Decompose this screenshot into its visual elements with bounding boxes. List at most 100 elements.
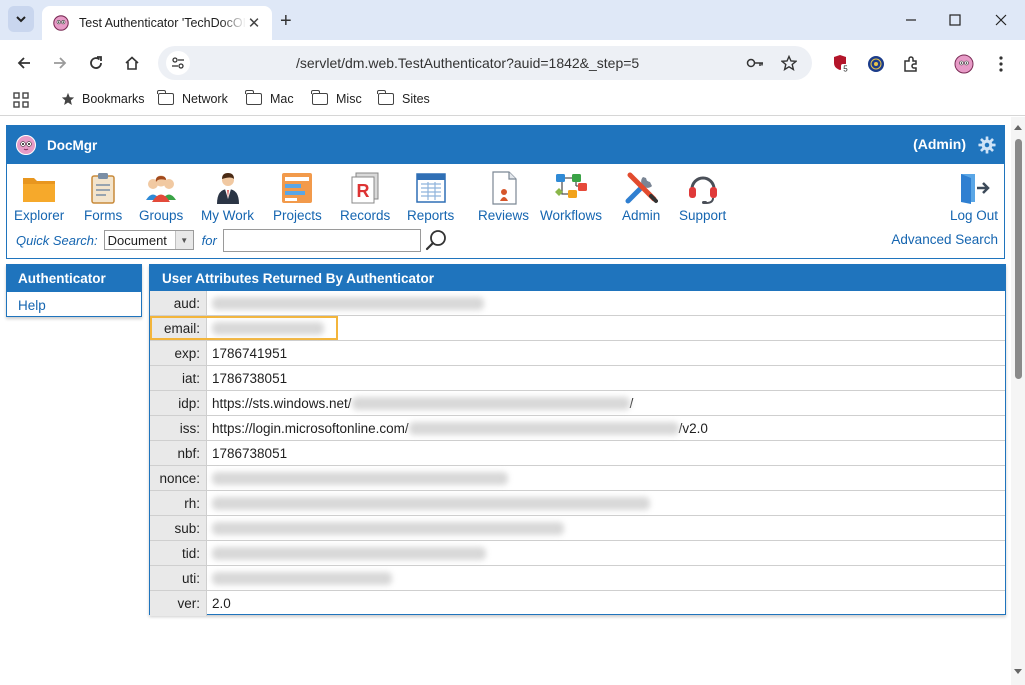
attr-key: sub: (150, 516, 207, 540)
attr-key: rh: (150, 491, 207, 515)
bookmark-bookmarks[interactable]: Bookmarks (61, 92, 145, 106)
bookmark-label: Misc (336, 92, 362, 106)
password-key-icon[interactable] (746, 54, 764, 72)
bookmark-star-icon[interactable] (780, 54, 798, 72)
profile-avatar[interactable] (954, 54, 974, 74)
nav-label: Reviews (478, 208, 530, 223)
nav-records[interactable]: R Records (340, 170, 390, 223)
nav-projects[interactable]: Projects (273, 170, 322, 223)
back-icon[interactable] (11, 50, 37, 76)
folder-icon (157, 90, 174, 105)
address-bar[interactable]: /servlet/dm.web.TestAuthenticator?auid=1… (158, 46, 812, 80)
scroll-up-icon[interactable] (1014, 125, 1022, 130)
bookmark-network[interactable]: Network (157, 90, 228, 106)
nav-my-work[interactable]: My Work (201, 170, 254, 223)
new-tab-icon[interactable]: + (280, 10, 292, 33)
tools-icon (625, 172, 659, 204)
nav-label: Explorer (14, 208, 65, 223)
url-text: /servlet/dm.web.TestAuthenticator?auid=1… (296, 55, 640, 71)
home-icon[interactable] (119, 50, 145, 76)
nav-label: Admin (622, 208, 661, 223)
bookmark-label: Mac (270, 92, 294, 106)
app-name: DocMgr (47, 137, 98, 153)
folder-icon (377, 90, 394, 105)
workflow-icon (555, 174, 587, 198)
user-role-label[interactable]: (Admin) (913, 136, 966, 152)
quick-search-input[interactable] (222, 228, 421, 252)
redacted-value (212, 546, 486, 560)
redacted-value (408, 421, 679, 435)
browser-menu-icon[interactable] (991, 54, 1011, 74)
advanced-search-link[interactable]: Advanced Search (891, 232, 998, 247)
nav-admin[interactable]: Admin (622, 170, 660, 223)
attr-row-nonce: nonce: (150, 466, 1005, 491)
bookmark-sites[interactable]: Sites (377, 90, 430, 106)
attr-value: 1786738051 (212, 371, 288, 386)
nav-workflows[interactable]: Workflows (540, 170, 602, 223)
app-nav: Explorer Forms Groups My Work Projects R… (7, 170, 1006, 228)
authenticator-panel: Authenticator Help (6, 264, 142, 317)
bookmark-mac[interactable]: Mac (245, 90, 294, 106)
attr-key: nonce: (150, 466, 207, 490)
nav-explorer[interactable]: Explorer (14, 170, 64, 223)
nav-label: Support (679, 208, 727, 223)
logout-button[interactable]: Log Out (950, 170, 998, 223)
report-icon (415, 173, 446, 203)
bookmark-misc[interactable]: Misc (311, 90, 362, 106)
reload-icon[interactable] (83, 50, 109, 76)
attr-value: 1786741951 (212, 346, 288, 361)
attr-key: ver: (150, 591, 207, 616)
forward-icon[interactable] (47, 50, 73, 76)
quick-search-type-select[interactable]: Document ▼ (103, 230, 194, 250)
page-scrollbar[interactable] (1011, 117, 1025, 685)
gear-icon[interactable] (978, 136, 996, 154)
attr-value (207, 566, 1005, 590)
chevron-down-icon (16, 16, 26, 23)
extensions-puzzle-icon[interactable] (901, 54, 921, 74)
redacted-value (212, 521, 564, 535)
attr-key: uti: (150, 566, 207, 590)
svg-text:5: 5 (843, 65, 848, 74)
attr-key: exp: (150, 341, 207, 365)
attr-key: nbf: (150, 441, 207, 465)
nav-groups[interactable]: Groups (139, 170, 183, 223)
attr-value (207, 541, 1005, 565)
for-label: for (201, 232, 217, 248)
attr-value-prefix: https://sts.windows.net/ (212, 396, 352, 411)
nav-reviews[interactable]: Reviews (478, 170, 529, 223)
site-info-icon[interactable] (166, 51, 190, 75)
nav-support[interactable]: Support (679, 170, 726, 223)
records-icon: R (351, 172, 379, 204)
attr-row-tid: tid: (150, 541, 1005, 566)
maximize-icon[interactable] (940, 8, 970, 32)
attr-row-email: email: (150, 316, 1005, 341)
help-link[interactable]: Help (7, 292, 141, 313)
star-icon (61, 92, 75, 105)
nav-label: Records (340, 208, 391, 223)
tab-search-button[interactable] (8, 6, 34, 32)
attr-row-idp: idp: https://sts.windows.net/ / (150, 391, 1005, 416)
browser-tab[interactable]: Test Authenticator 'TechDocOIDC' ✕ (42, 6, 272, 40)
nav-label: Forms (84, 208, 123, 223)
scroll-thumb[interactable] (1015, 139, 1022, 379)
attr-value (207, 466, 1005, 490)
seal-extension-icon[interactable] (866, 54, 886, 74)
attr-key: iss: (150, 416, 207, 440)
shield-extension-icon[interactable]: 5 (831, 54, 851, 74)
attr-value: 2.0 (212, 596, 231, 611)
nav-forms[interactable]: Forms (84, 170, 122, 223)
close-window-icon[interactable] (986, 8, 1016, 32)
nav-reports[interactable]: Reports (407, 170, 454, 223)
attr-value (207, 491, 1005, 515)
attr-value: https://login.microsoftonline.com/ /v2.0 (207, 416, 1005, 440)
scroll-down-icon[interactable] (1014, 669, 1022, 674)
nav-label: My Work (201, 208, 254, 223)
minimize-icon[interactable] (896, 8, 926, 32)
attr-value: https://sts.windows.net/ / (207, 391, 1005, 415)
search-icon[interactable] (425, 229, 447, 251)
apps-grid-icon[interactable] (13, 92, 29, 108)
folder-icon (245, 90, 262, 105)
attr-key: aud: (150, 291, 207, 315)
tab-close-icon[interactable]: ✕ (246, 14, 262, 32)
redacted-value (351, 396, 630, 410)
